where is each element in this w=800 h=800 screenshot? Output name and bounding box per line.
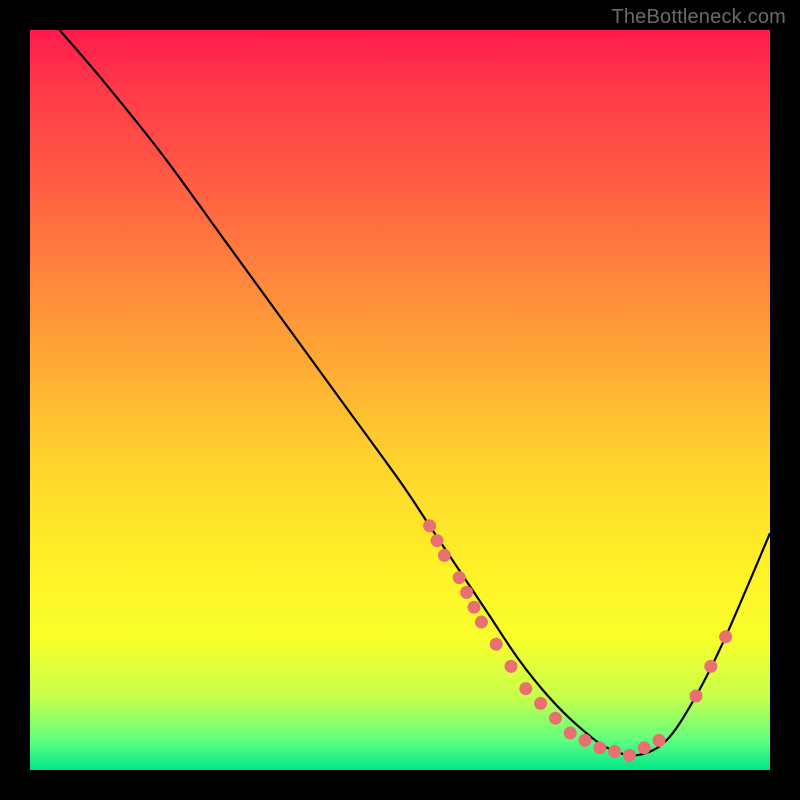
data-point <box>519 682 532 695</box>
data-point <box>431 534 444 547</box>
data-point <box>490 638 503 651</box>
chart-svg <box>30 30 770 770</box>
data-point <box>438 549 451 562</box>
data-point <box>690 690 703 703</box>
data-point <box>468 601 481 614</box>
data-point <box>460 586 473 599</box>
data-point <box>593 741 606 754</box>
bottleneck-curve <box>60 30 770 755</box>
data-point <box>653 734 666 747</box>
data-point <box>453 571 466 584</box>
chart-plot-area <box>30 30 770 770</box>
data-point <box>623 749 636 762</box>
data-point <box>704 660 717 673</box>
data-point <box>608 745 621 758</box>
data-point <box>719 630 732 643</box>
data-point <box>505 660 518 673</box>
data-point <box>423 519 436 532</box>
data-point <box>564 727 577 740</box>
data-point <box>475 616 488 629</box>
watermark-text: TheBottleneck.com <box>611 6 786 29</box>
data-point <box>638 741 651 754</box>
data-point <box>549 712 562 725</box>
data-point <box>534 697 547 710</box>
data-point <box>579 734 592 747</box>
